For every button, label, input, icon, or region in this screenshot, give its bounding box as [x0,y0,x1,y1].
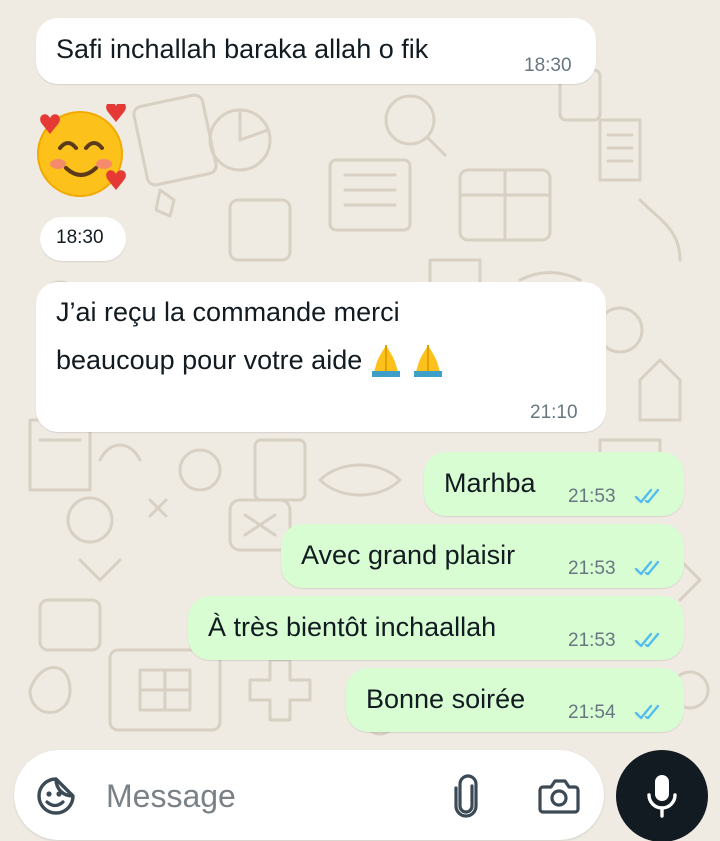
message-text: À très bientôt inchaallah [208,612,497,642]
double-check-read-icon [634,632,660,648]
paperclip-icon [454,774,478,818]
camera-icon [538,779,580,814]
message-bubble-outgoing[interactable]: Avec grand plaisir 21:53 [281,524,684,588]
sticker-time-pill: 18:30 [40,217,126,261]
folded-hands-emoji [414,345,443,377]
message-bubble-outgoing[interactable]: Bonne soirée 21:54 [346,668,684,732]
message-input[interactable] [104,772,428,820]
camera-button[interactable] [534,772,584,820]
smiling-face-with-hearts-emoji[interactable] [30,104,130,200]
voice-message-button[interactable] [616,750,708,841]
double-check-read-icon [634,488,660,504]
sticker-icon [37,777,75,815]
microphone-icon [647,775,677,818]
message-time: 21:54 [568,702,616,723]
attach-button[interactable] [444,772,488,820]
message-time: 18:30 [56,227,104,248]
message-time: 21:10 [530,402,578,423]
message-time: 21:53 [568,630,616,651]
sticker-button[interactable] [32,772,80,820]
message-text-line-2-row: beaucoup pour votre aide [56,338,446,382]
message-bubble-outgoing[interactable]: Marhba 21:53 [424,452,684,516]
message-time: 18:30 [524,55,572,76]
double-check-read-icon [634,560,660,576]
message-composer [14,750,604,840]
message-bubble-outgoing[interactable]: À très bientôt inchaallah 21:53 [188,596,684,660]
message-text-line-1: J’ai reçu la commande merci [56,297,400,327]
folded-hands-emoji [372,345,401,377]
message-time: 21:53 [568,558,616,579]
double-check-read-icon [634,704,660,720]
message-bubble-incoming[interactable]: Safi inchallah baraka allah o fik 18:30 [36,18,596,84]
message-time: 21:53 [568,486,616,507]
message-text: Marhba [444,468,536,498]
message-text: Safi inchallah baraka allah o fik [56,34,429,64]
message-text: Bonne soirée [366,684,526,714]
message-bubble-incoming[interactable]: J’ai reçu la commande merci beaucoup pou… [36,282,606,432]
message-text: Avec grand plaisir [301,540,516,570]
message-text-line-2: beaucoup pour votre aide [56,345,363,375]
